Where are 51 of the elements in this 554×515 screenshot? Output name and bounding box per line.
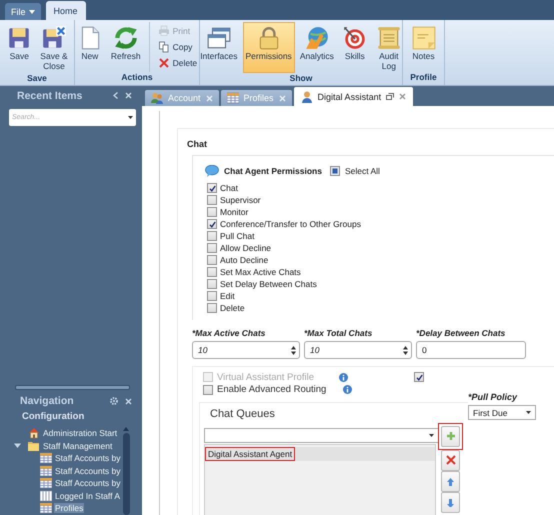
field-label: *Pull Policy xyxy=(468,392,518,402)
checkbox-label: Conference/Transfer to Other Groups xyxy=(220,219,361,229)
checkbox-label: Set Max Active Chats xyxy=(220,267,301,277)
checkbox-label: Set Delay Between Chats xyxy=(220,279,317,289)
ribbon-button[interactable]: Refresh xyxy=(108,22,144,72)
tree-item[interactable]: Staff Management xyxy=(42,440,114,451)
number-field[interactable]: 10 xyxy=(192,341,300,359)
text-field[interactable]: 0 xyxy=(416,341,526,359)
checkbox-label: Auto Decline xyxy=(220,255,268,265)
ribbon-button[interactable]: Notes xyxy=(408,22,440,72)
ribbon-button[interactable]: Save & Close xyxy=(37,22,71,73)
ribbon-button[interactable]: Skills xyxy=(338,22,371,73)
group-label: Show xyxy=(288,73,314,85)
checkbox-label: Enable Advanced Routing xyxy=(217,384,328,396)
section-title: Configuration xyxy=(21,410,86,422)
document-tab[interactable]: Digital Assistant xyxy=(294,87,414,106)
panel-title: Navigation xyxy=(20,395,74,407)
tree-item[interactable]: Administration Start xyxy=(42,428,118,438)
panel-title: Chat Agent Permissions xyxy=(224,166,322,176)
field-label: *Delay Between Chats xyxy=(416,328,506,339)
panel-title: Recent Items xyxy=(17,90,82,102)
ribbon-button[interactable]: Analytics xyxy=(296,22,337,73)
group-label: Profile xyxy=(409,72,438,84)
checkbox-label: Delete xyxy=(220,303,245,313)
file-menu[interactable]: File xyxy=(5,3,41,20)
tree-item[interactable]: Logged In Staff A xyxy=(54,490,122,501)
ribbon-tab[interactable]: Home xyxy=(46,1,86,20)
checkbox-label: Edit xyxy=(220,291,235,301)
checkbox-label: Allow Decline xyxy=(220,243,272,253)
checkbox-label: Virtual Assistant Profile xyxy=(217,372,315,383)
ribbon-button[interactable]: New xyxy=(74,22,106,72)
checkbox-label: Chat xyxy=(220,183,238,193)
number-field[interactable]: 10 xyxy=(304,341,412,359)
group-label: Actions xyxy=(120,72,154,84)
tree-item[interactable]: Staff Accounts by xyxy=(54,466,122,476)
tree-item[interactable]: Staff Accounts by xyxy=(54,478,122,488)
ribbon-button[interactable]: Audit Log xyxy=(372,22,405,73)
section-title: Chat xyxy=(187,139,208,150)
checkbox-label: Pull Chat xyxy=(220,231,254,241)
group-label: Save xyxy=(26,73,48,85)
panel-title: Chat Queues xyxy=(209,408,276,422)
ribbon-button[interactable]: Save xyxy=(3,22,36,73)
ribbon-button[interactable]: Permissions xyxy=(242,22,295,73)
list-item[interactable]: Digital Assistant Agent xyxy=(205,447,435,461)
field-label: *Max Total Chats xyxy=(304,328,374,339)
checkbox-label: Select All xyxy=(344,166,380,176)
checkbox-label: Supervisor xyxy=(220,195,261,205)
checkbox-label: Monitor xyxy=(220,207,248,217)
tree-item[interactable]: Staff Accounts by xyxy=(54,453,122,464)
field-label: *Max Active Chats xyxy=(192,328,266,339)
dropdown[interactable]: First Due xyxy=(468,405,536,420)
